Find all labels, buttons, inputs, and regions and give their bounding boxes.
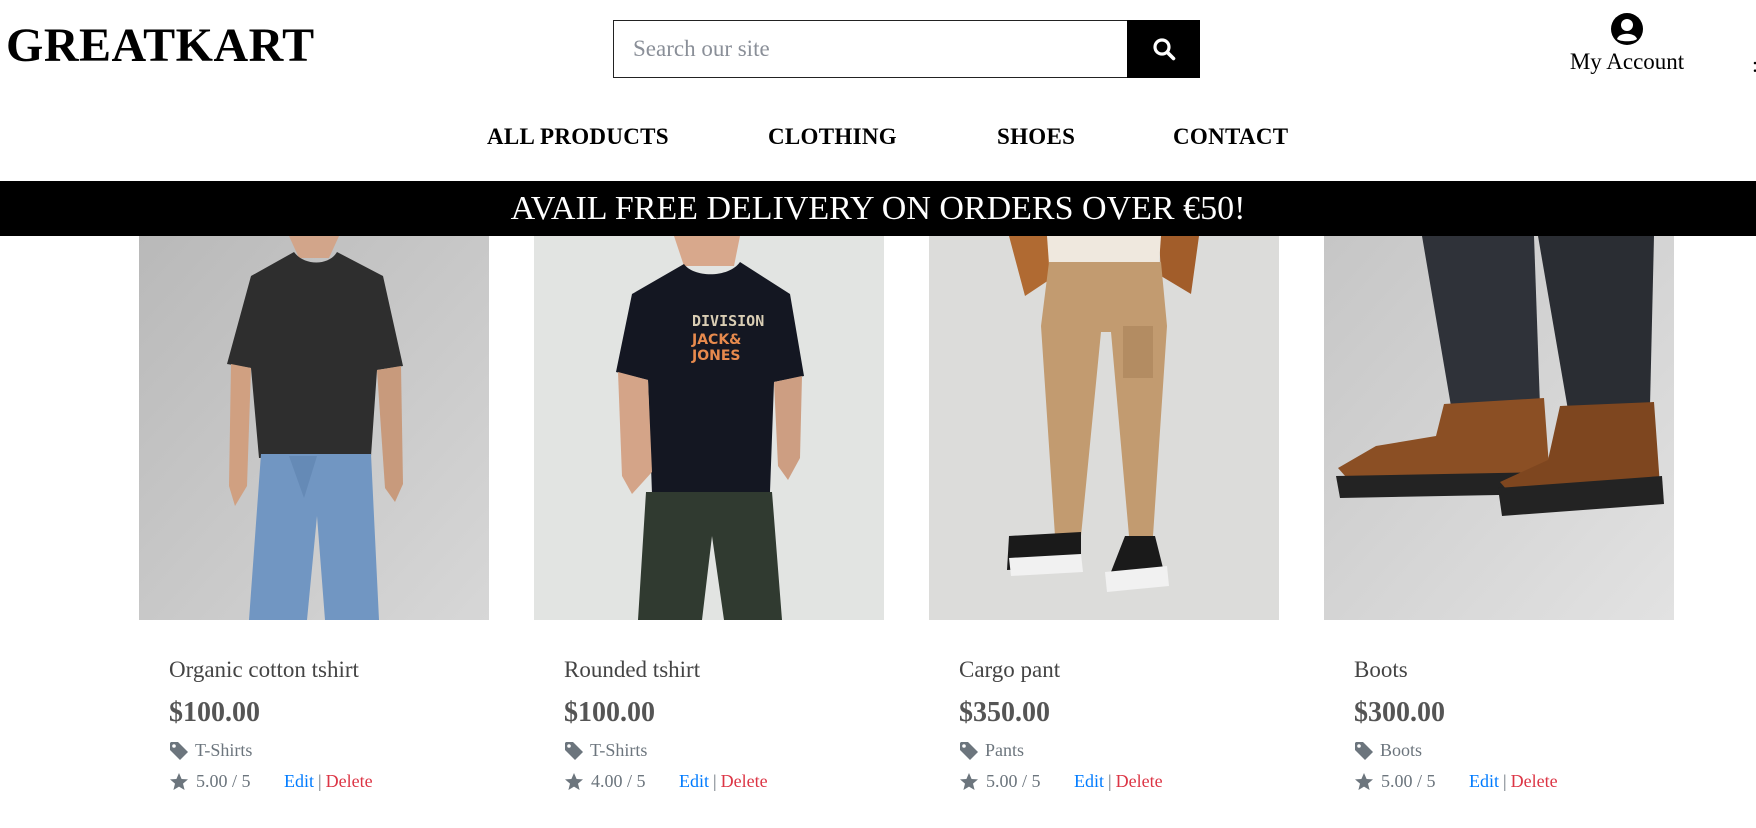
product-photo-tshirt-print: DIVISION JACK& JONES	[534, 236, 884, 620]
product-meta: 5.00 / 5 Edit | Delete	[959, 771, 1279, 792]
product-rating: 5.00 / 5	[986, 771, 1041, 792]
product-category-label: T-Shirts	[195, 740, 253, 761]
my-account-link[interactable]: My Account	[1562, 12, 1692, 75]
delete-link[interactable]: Delete	[326, 771, 373, 792]
main-nav: ALL PRODUCTS CLOTHING SHOES CONTACT	[0, 124, 1756, 156]
promo-banner: AVAIL FREE DELIVERY ON ORDERS OVER €50!	[0, 181, 1756, 236]
delete-link[interactable]: Delete	[1511, 771, 1558, 792]
star-icon	[1355, 772, 1373, 790]
product-name[interactable]: Boots	[1354, 656, 1674, 684]
star-icon	[565, 772, 583, 790]
search-form	[613, 20, 1200, 78]
product-rating: 5.00 / 5	[196, 771, 251, 792]
product-price: $100.00	[169, 696, 260, 728]
delete-link[interactable]: Delete	[721, 771, 768, 792]
product-category[interactable]: Boots	[1354, 740, 1674, 761]
product-category-label: Pants	[985, 740, 1025, 761]
product-image[interactable]	[139, 236, 489, 620]
product-image[interactable]	[1324, 236, 1674, 620]
edit-link[interactable]: Edit	[1469, 771, 1499, 792]
nav-all-products[interactable]: ALL PRODUCTS	[487, 124, 669, 150]
link-separator: |	[1503, 771, 1507, 792]
product-category-label: T-Shirts	[590, 740, 648, 761]
edit-link[interactable]: Edit	[284, 771, 314, 792]
search-input[interactable]	[613, 20, 1127, 78]
product-price: $350.00	[959, 696, 1050, 728]
product-price: $300.00	[1354, 696, 1445, 728]
product-photo-cargo-pant	[929, 236, 1279, 620]
product-image[interactable]: DIVISION JACK& JONES	[534, 236, 884, 620]
product-category-label: Boots	[1380, 740, 1423, 761]
product-photo-tshirt-black	[139, 236, 489, 620]
product-card: DIVISION JACK& JONES Rounded tshirt $100…	[534, 236, 884, 792]
user-circle-icon	[1611, 13, 1643, 45]
product-card: Organic cotton tshirt $100.00 T-Shirts 5…	[139, 236, 489, 792]
product-image[interactable]	[929, 236, 1279, 620]
svg-text:JONES: JONES	[691, 348, 740, 364]
product-meta: 5.00 / 5 Edit | Delete	[1354, 771, 1674, 792]
svg-text:DIVISION: DIVISION	[692, 312, 764, 330]
product-name[interactable]: Cargo pant	[959, 656, 1279, 684]
search-icon	[1152, 38, 1175, 61]
product-name[interactable]: Rounded tshirt	[564, 656, 884, 684]
cart-link-partial[interactable]: :	[1752, 52, 1756, 78]
nav-shoes[interactable]: SHOES	[997, 124, 1075, 150]
product-price: $100.00	[564, 696, 655, 728]
svg-text:JACK&: JACK&	[691, 332, 741, 348]
product-rating: 5.00 / 5	[1381, 771, 1436, 792]
link-separator: |	[318, 771, 322, 792]
product-category[interactable]: T-Shirts	[169, 740, 489, 761]
product-card: Cargo pant $350.00 Pants 5.00 / 5 Edit |…	[929, 236, 1279, 792]
edit-link[interactable]: Edit	[679, 771, 709, 792]
nav-contact[interactable]: CONTACT	[1173, 124, 1288, 150]
delete-link[interactable]: Delete	[1116, 771, 1163, 792]
star-icon	[170, 772, 188, 790]
product-meta: 5.00 / 5 Edit | Delete	[169, 771, 489, 792]
nav-clothing[interactable]: CLOTHING	[768, 124, 897, 150]
tag-icon	[960, 741, 978, 760]
product-meta: 4.00 / 5 Edit | Delete	[564, 771, 884, 792]
product-category[interactable]: Pants	[959, 740, 1279, 761]
search-button[interactable]	[1127, 20, 1200, 78]
product-rating: 4.00 / 5	[591, 771, 646, 792]
tag-icon	[565, 741, 583, 760]
site-logo[interactable]: GREATKART	[6, 22, 315, 70]
edit-link[interactable]: Edit	[1074, 771, 1104, 792]
link-separator: |	[1108, 771, 1112, 792]
star-icon	[960, 772, 978, 790]
product-photo-boots	[1324, 236, 1674, 620]
product-card: Boots $300.00 Boots 5.00 / 5 Edit | Dele…	[1324, 236, 1674, 792]
product-category[interactable]: T-Shirts	[564, 740, 884, 761]
link-separator: |	[713, 771, 717, 792]
product-name[interactable]: Organic cotton tshirt	[169, 656, 489, 684]
tag-icon	[170, 741, 188, 760]
tag-icon	[1355, 741, 1373, 760]
my-account-label: My Account	[1569, 49, 1685, 74]
